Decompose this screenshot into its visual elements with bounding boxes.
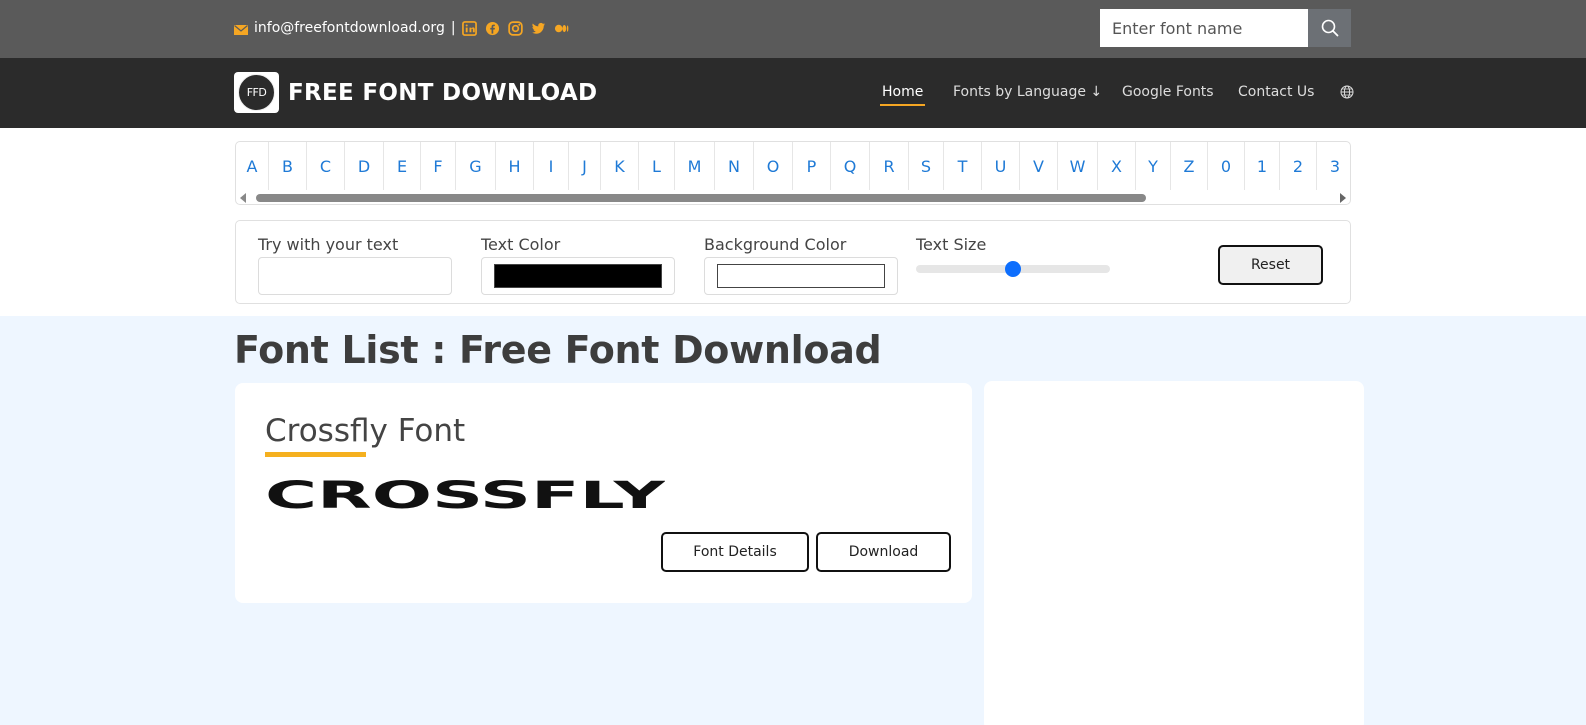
alphabet-letter[interactable]: T: [944, 142, 982, 190]
reset-button[interactable]: Reset: [1218, 245, 1323, 285]
search-icon: [1321, 19, 1338, 37]
search-button[interactable]: [1308, 9, 1351, 47]
mail-icon: [234, 23, 248, 35]
download-button[interactable]: Download: [816, 532, 951, 572]
alphabet-letter[interactable]: I: [534, 142, 569, 190]
nav-home[interactable]: Home: [879, 84, 926, 106]
alphabet-letter[interactable]: L: [639, 142, 675, 190]
scroll-right-arrow-icon[interactable]: [1340, 193, 1346, 203]
alphabet-letter[interactable]: 1: [1245, 142, 1280, 190]
contact-info: info@freefontdownload.org |: [234, 17, 569, 39]
alphabet-letter[interactable]: H: [496, 142, 534, 190]
font-card: Crossfly Font CROSSFLY Font Details Down…: [235, 383, 972, 603]
horizontal-scrollbar[interactable]: [236, 190, 1350, 204]
sidebar-panel: [984, 381, 1364, 725]
contact-email[interactable]: info@freefontdownload.org: [254, 20, 445, 36]
text-color-label: Text Color: [481, 235, 561, 254]
alphabet-row: ABCDEFGHIJKLMNOPQRSTUVWXYZ0123: [236, 142, 1350, 190]
search-bar: [1100, 9, 1351, 47]
text-size-slider[interactable]: [916, 261, 1110, 277]
alphabet-letter[interactable]: 2: [1280, 142, 1317, 190]
alphabet-letter[interactable]: B: [269, 142, 307, 190]
nav-google-fonts[interactable]: Google Fonts: [1122, 84, 1214, 100]
scroll-left-arrow-icon[interactable]: [240, 193, 246, 203]
twitter-icon[interactable]: [531, 21, 546, 36]
alphabet-letter[interactable]: D: [345, 142, 384, 190]
preview-tools: Try with your text Text Color Background…: [235, 220, 1351, 304]
alphabet-letter[interactable]: M: [675, 142, 715, 190]
page-title: Font List : Free Font Download: [234, 328, 882, 372]
alphabet-letter[interactable]: Z: [1171, 142, 1208, 190]
font-preview-image: CROSSFLY: [265, 479, 665, 515]
alphabet-letter[interactable]: 3: [1317, 142, 1350, 190]
globe-icon[interactable]: [1340, 85, 1354, 103]
search-input[interactable]: [1100, 9, 1308, 47]
alphabet-filter: ABCDEFGHIJKLMNOPQRSTUVWXYZ0123: [235, 141, 1351, 205]
font-details-button[interactable]: Font Details: [661, 532, 809, 572]
alphabet-letter[interactable]: X: [1098, 142, 1136, 190]
alphabet-letter[interactable]: R: [870, 142, 909, 190]
alphabet-letter[interactable]: U: [982, 142, 1020, 190]
social-links: [461, 20, 569, 36]
logo-mark: FFD: [238, 74, 275, 111]
alphabet-letter[interactable]: S: [909, 142, 944, 190]
text-color-swatch: [494, 264, 662, 288]
alphabet-letter[interactable]: K: [601, 142, 639, 190]
alphabet-letter[interactable]: N: [715, 142, 754, 190]
top-bar: info@freefontdownload.org |: [0, 0, 1586, 58]
medium-icon[interactable]: [554, 21, 569, 36]
slider-thumb[interactable]: [1005, 261, 1021, 277]
text-color-picker[interactable]: [481, 257, 675, 295]
alphabet-letter[interactable]: Y: [1136, 142, 1171, 190]
bg-color-swatch: [717, 264, 885, 288]
alphabet-letter[interactable]: V: [1020, 142, 1058, 190]
alphabet-letter[interactable]: 0: [1208, 142, 1245, 190]
facebook-icon[interactable]: [485, 21, 500, 36]
alphabet-letter[interactable]: P: [793, 142, 831, 190]
font-name[interactable]: Crossfly Font: [265, 413, 465, 449]
font-preview-text: CROSSFLY: [265, 479, 665, 515]
main-navbar: FFD FREE FONT DOWNLOAD Home Fonts by Lan…: [0, 58, 1586, 128]
text-size-label: Text Size: [916, 235, 987, 254]
brand-name: FREE FONT DOWNLOAD: [288, 79, 598, 106]
alphabet-letter[interactable]: A: [236, 142, 269, 190]
nav-contact-us[interactable]: Contact Us: [1238, 84, 1314, 100]
try-text-label: Try with your text: [258, 235, 399, 254]
brand[interactable]: FFD FREE FONT DOWNLOAD: [234, 72, 597, 113]
font-name-underline: [265, 452, 366, 457]
alphabet-letter[interactable]: C: [307, 142, 345, 190]
alphabet-letter[interactable]: E: [384, 142, 421, 190]
alphabet-letter[interactable]: Q: [831, 142, 870, 190]
linkedin-icon[interactable]: [461, 20, 477, 36]
alphabet-letter[interactable]: W: [1058, 142, 1098, 190]
alphabet-letter[interactable]: J: [569, 142, 601, 190]
nav-fonts-by-language[interactable]: Fonts by Language ↓: [953, 84, 1102, 100]
scroll-thumb[interactable]: [256, 194, 1146, 202]
bg-color-picker[interactable]: [704, 257, 898, 295]
site-logo: FFD: [234, 72, 279, 113]
alphabet-letter[interactable]: G: [456, 142, 496, 190]
alphabet-letter[interactable]: O: [754, 142, 793, 190]
alphabet-letter[interactable]: F: [421, 142, 456, 190]
try-text-input[interactable]: [258, 257, 452, 295]
instagram-icon[interactable]: [507, 20, 523, 36]
contact-separator: |: [450, 20, 456, 36]
bg-color-label: Background Color: [704, 235, 847, 254]
